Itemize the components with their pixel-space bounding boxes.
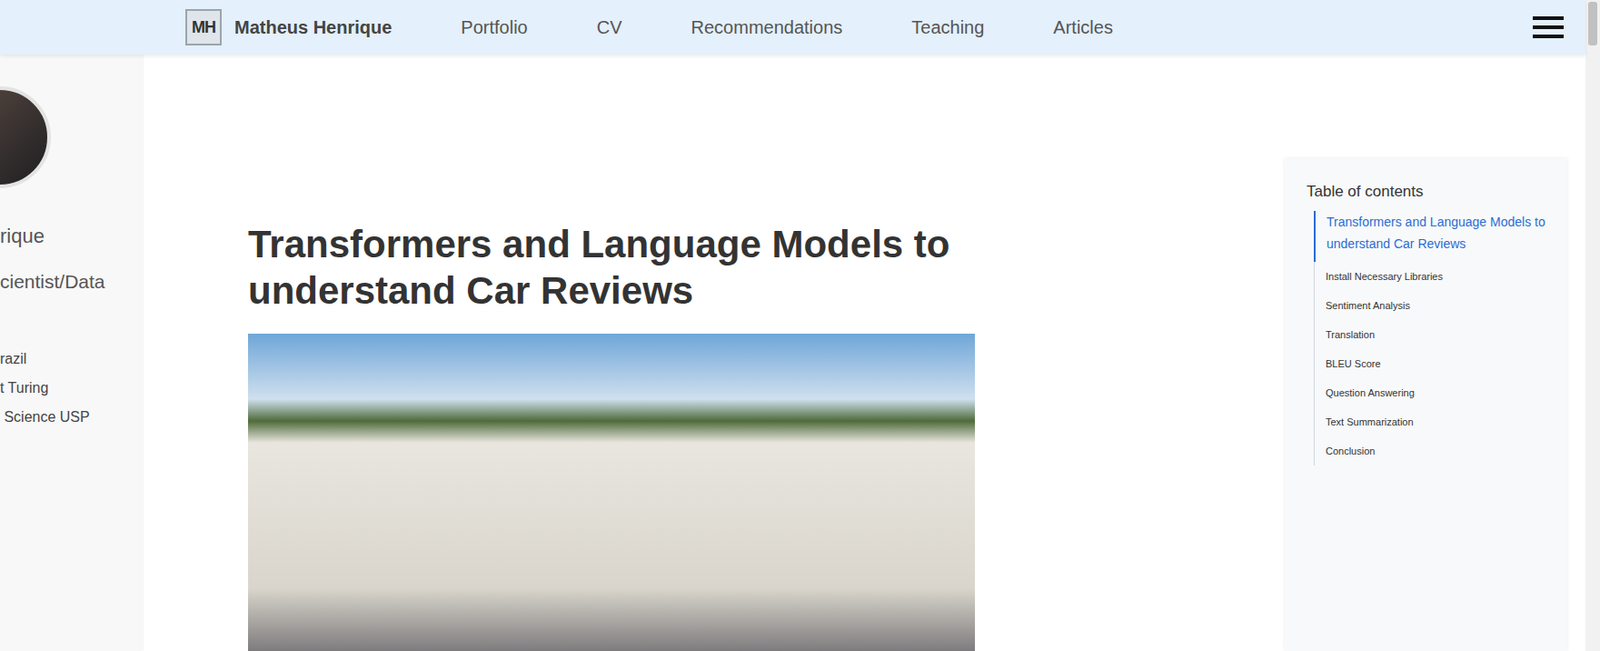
nav-item[interactable]: Portfolio bbox=[460, 13, 527, 41]
page: MH Matheus Henrique Portfolio CV Recommendat… bbox=[0, 0, 1600, 651]
content: Transformers and Language Models to unde… bbox=[143, 54, 1586, 651]
nav-item[interactable]: Recommendations bbox=[691, 13, 844, 41]
logo[interactable]: MH bbox=[185, 9, 222, 46]
menu-icon[interactable] bbox=[1530, 13, 1566, 41]
nav-item[interactable]: Articles bbox=[1053, 13, 1114, 41]
avatar bbox=[0, 86, 51, 189]
profile-detail: razil bbox=[0, 348, 141, 369]
scrollbar[interactable] bbox=[1585, 0, 1600, 651]
body: rique cientist/Data razil t Turing Science … bbox=[0, 54, 1586, 651]
nav-item[interactable]: CV bbox=[596, 13, 623, 41]
site-name[interactable]: Matheus Henrique bbox=[234, 13, 392, 41]
toc-item[interactable]: Conclusion bbox=[1314, 436, 1553, 466]
nav-item[interactable]: Teaching bbox=[911, 13, 984, 41]
toc-item[interactable]: BLEU Score bbox=[1314, 348, 1553, 378]
toc-item[interactable]: Text Summarization bbox=[1314, 407, 1553, 437]
toc-item[interactable]: Question Answering bbox=[1314, 377, 1553, 408]
scrollbar-thumb[interactable] bbox=[1588, 1, 1598, 46]
hero-image bbox=[248, 333, 975, 651]
article-title: Transformers and Language Models to unde… bbox=[248, 220, 1157, 314]
navbar: MH Matheus Henrique Portfolio CV Recommendat… bbox=[0, 0, 1586, 55]
profile-sidebar: rique cientist/Data razil t Turing Science … bbox=[0, 54, 141, 651]
toc-item[interactable]: Translation bbox=[1314, 319, 1553, 349]
profile-detail: Science USP bbox=[0, 407, 141, 428]
profile-name: rique bbox=[0, 220, 141, 251]
toc-panel: Table of contents Transformers and Langua… bbox=[1284, 158, 1568, 651]
toc-item[interactable]: Sentiment Analysis bbox=[1314, 290, 1553, 320]
viewport: MH Matheus Henrique Portfolio CV Recommendat… bbox=[0, 0, 1586, 651]
toc-heading: Table of contents bbox=[1306, 179, 1553, 204]
profile-role: cientist/Data bbox=[0, 267, 141, 297]
nav-menu: Portfolio CV Recommendations Teaching Articl… bbox=[460, 13, 1114, 41]
profile-details: razil t Turing Science USP bbox=[0, 348, 141, 428]
toc-item[interactable]: Transformers and Language Models to unde… bbox=[1313, 210, 1553, 262]
profile-detail: t Turing bbox=[0, 377, 141, 398]
toc-item[interactable]: Install Necessary Libraries bbox=[1314, 261, 1553, 291]
article: Transformers and Language Models to unde… bbox=[143, 54, 1162, 651]
toc-list: Transformers and Language Models to unde… bbox=[1313, 210, 1553, 466]
